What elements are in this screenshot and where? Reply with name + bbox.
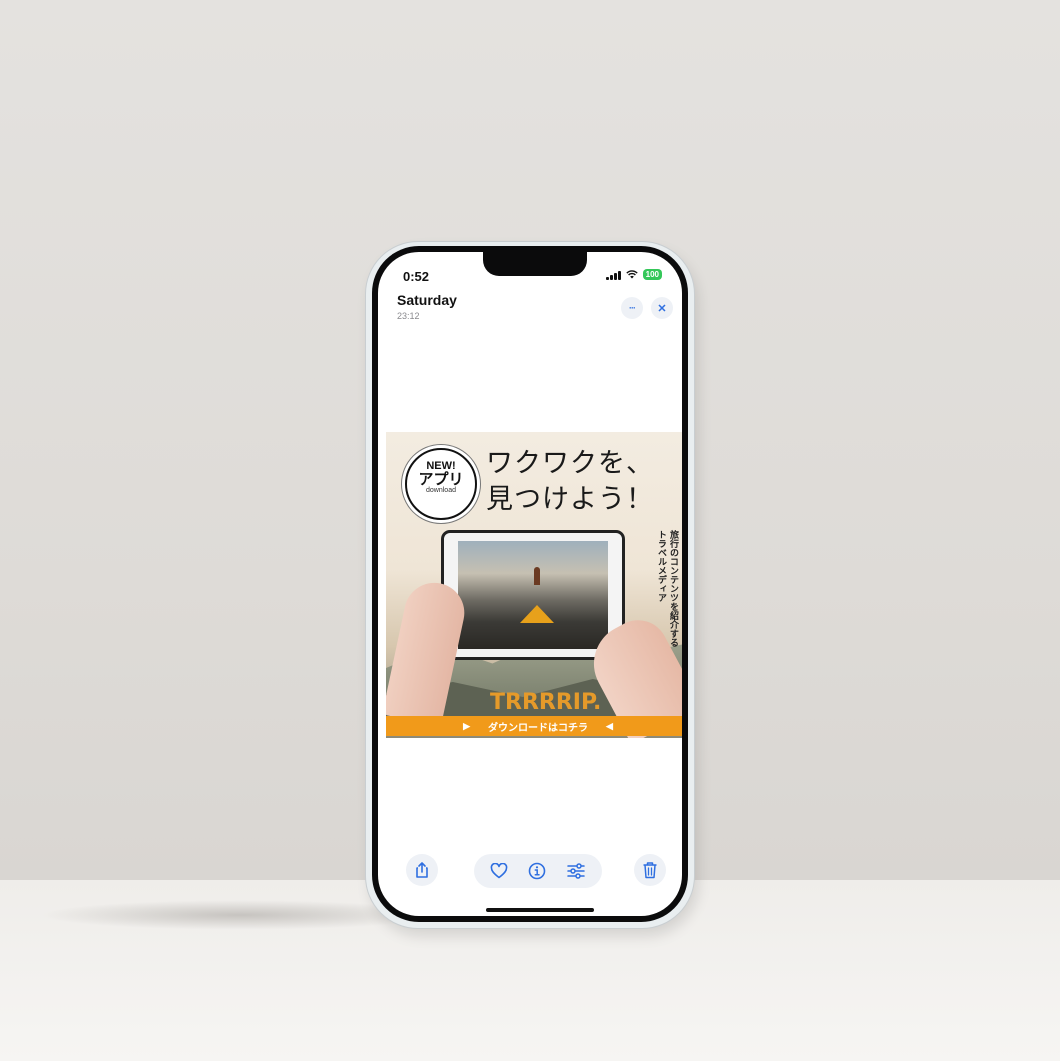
phone-screen: 0:52 100 Saturday 23:12 ··· ✕ NEW! アプリ d… [378,252,682,916]
new-app-badge: NEW! アプリ download [405,448,477,520]
close-icon: ✕ [657,302,667,315]
ad-banner-image[interactable]: NEW! アプリ download ワクワクを、 見つけよう！ 旅行のコンテンツ… [386,432,682,738]
notch [483,252,587,276]
phone-bezel: 0:52 100 Saturday 23:12 ··· ✕ NEW! アプリ d… [372,246,688,922]
adjust-button[interactable] [566,862,586,880]
photo-time: 23:12 [397,311,420,321]
badge-app-text: アプリ [418,471,464,488]
ad-headline: ワクワクを、 見つけよう！ [486,446,654,518]
battery-icon: 100 [642,269,662,280]
info-button[interactable] [528,862,546,880]
headline-line-2: 見つけよう！ [486,484,654,515]
tent-figure [520,605,554,623]
home-indicator[interactable] [486,908,594,912]
more-icon: ··· [629,303,636,313]
share-icon [416,862,428,878]
tablet-photo [458,541,608,649]
status-time: 0:52 [403,269,430,284]
heart-icon [490,863,508,879]
info-icon [528,862,546,880]
brand-logo: TRRRRIP. [490,690,602,715]
cta-label: ダウンロードはコチラ [488,722,588,734]
favorite-button[interactable] [490,863,508,879]
cta-arrow-left-icon: ◀ [606,720,613,731]
trash-icon [643,862,657,879]
download-cta[interactable]: ▶ ダウンロードはコチラ ◀ [386,716,682,736]
tablet-illustration [441,530,625,660]
photo-date-title: Saturday [397,292,457,308]
share-button[interactable] [406,854,438,886]
badge-download-text: download [426,487,456,494]
headline-line-1: ワクワクを、 [486,448,654,479]
more-button[interactable]: ··· [621,297,643,319]
hiker-figure [534,567,540,585]
photo-actions-group [474,854,602,888]
status-indicators: 100 [606,269,662,280]
close-button[interactable]: ✕ [651,297,673,319]
sliders-icon [567,863,585,879]
tagline-line-1: 旅行のコンテンツを紹介する [669,530,679,647]
phone-frame: 0:52 100 Saturday 23:12 ··· ✕ NEW! アプリ d… [366,242,694,928]
wifi-icon [625,270,638,279]
signal-icon [606,270,621,280]
delete-button[interactable] [634,854,666,886]
cta-arrow-right-icon: ▶ [463,720,470,731]
